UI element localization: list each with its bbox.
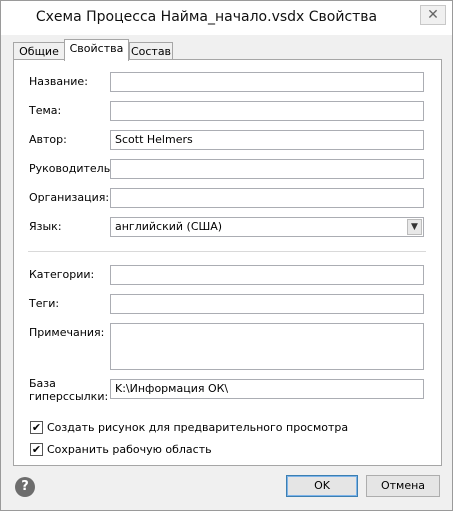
hyperlink-base-label-line2: гиперссылки:: [29, 390, 109, 403]
properties-dialog: Схема Процесса Найма_начало.vsdx Свойств…: [0, 0, 453, 511]
language-label: Язык:: [29, 220, 62, 233]
company-field[interactable]: [110, 188, 424, 208]
author-field[interactable]: Scott Helmers: [110, 130, 424, 150]
manager-field[interactable]: [110, 159, 424, 179]
help-icon[interactable]: ?: [15, 477, 35, 497]
cancel-button[interactable]: Отмена: [366, 475, 440, 497]
comments-label: Примечания:: [29, 326, 105, 339]
categories-field[interactable]: [110, 265, 424, 285]
workspace-checkbox[interactable]: ✔: [30, 443, 43, 456]
title-field[interactable]: [110, 72, 424, 92]
title-label: Название:: [29, 75, 88, 88]
company-label: Организация:: [29, 191, 110, 204]
comments-field[interactable]: [110, 323, 424, 370]
tab-contents[interactable]: Состав: [129, 42, 173, 60]
title-bar: Схема Процесса Найма_начало.vsdx Свойств…: [1, 1, 452, 35]
tags-label: Теги:: [29, 297, 60, 310]
language-select[interactable]: английский (США) ▼: [110, 217, 424, 237]
categories-label: Категории:: [29, 268, 95, 281]
preview-checkbox[interactable]: ✔: [30, 421, 43, 434]
separator: [28, 251, 426, 252]
preview-checkbox-label: Создать рисунок для предварительного про…: [47, 421, 349, 434]
hyperlink-base-field[interactable]: K:\Информация ОК\: [110, 379, 424, 399]
tab-properties[interactable]: Свойства: [64, 39, 129, 61]
subject-label: Тема:: [29, 104, 62, 117]
properties-panel: Название: Тема: Автор: Scott Helmers Рук…: [13, 59, 442, 466]
subject-field[interactable]: [110, 101, 424, 121]
workspace-checkbox-label: Сохранить рабочую область: [47, 443, 212, 456]
tags-field[interactable]: [110, 294, 424, 314]
chevron-down-icon[interactable]: ▼: [407, 219, 422, 235]
dialog-title: Схема Процесса Найма_начало.vsdx Свойств…: [35, 9, 378, 25]
close-button[interactable]: ✕: [420, 5, 446, 25]
tab-general[interactable]: Общие: [13, 42, 65, 60]
author-label: Автор:: [29, 133, 67, 146]
manager-label: Руководитель:: [29, 162, 114, 175]
ok-button[interactable]: OK: [286, 475, 358, 497]
language-value: английский (США): [115, 220, 223, 233]
hyperlink-base-label-line1: База: [29, 377, 56, 390]
